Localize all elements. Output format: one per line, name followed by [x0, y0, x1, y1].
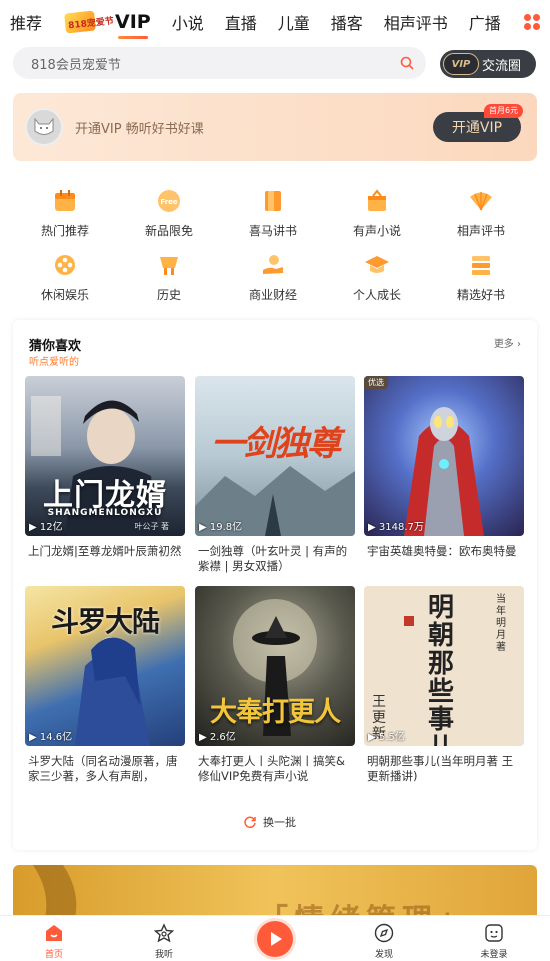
book-cover[interactable]: 大奉打更人 ▶ 2.6亿: [195, 586, 355, 746]
book-item[interactable]: 大奉打更人 ▶ 2.6亿 大奉打更人丨头陀渊丨搞笑&修仙VIP免费有声小说: [195, 586, 355, 784]
nav-discover[interactable]: 发现: [354, 922, 414, 960]
book-cover[interactable]: 优选 ▶ 3148.7万: [364, 376, 524, 536]
category-history[interactable]: 历史: [117, 252, 221, 303]
vip-promo-text: 开通VIP 畅听好书好课: [75, 122, 204, 137]
play-icon: [271, 932, 282, 946]
tab-live[interactable]: 直播: [225, 10, 257, 34]
featured-tag: 优选: [364, 376, 388, 389]
cover-title: 斗罗大陆: [50, 605, 160, 638]
book-item[interactable]: 明朝那些事儿 当年明月 著 王更新 ▶ 5.5亿 明朝那些事儿(当年明月著 王更…: [364, 586, 524, 784]
category-audio-novel[interactable]: 有声小说: [325, 188, 429, 239]
compass-icon: [373, 922, 395, 944]
search-input[interactable]: 818会员宠爱节: [13, 47, 426, 79]
book-item[interactable]: 一剑独尊 ▶ 19.8亿 一剑独尊（叶玄叶灵 | 有声的紫襟 | 男女双播）: [195, 376, 355, 574]
book-name: 上门龙婿|至尊龙婿叶辰萧初然: [28, 544, 182, 558]
star-icon: [153, 922, 175, 944]
play-count: ▶ 14.6亿: [29, 732, 73, 743]
tab-radio[interactable]: 广播: [469, 10, 501, 34]
svg-text:Free: Free: [160, 198, 178, 206]
graduation-cap-icon: [364, 252, 390, 278]
book-icon: [260, 188, 286, 214]
vip-promo-banner[interactable]: 开通VIP 畅听好书好课 开通VIP 首月6元: [13, 93, 537, 161]
category-book-talk[interactable]: 喜马讲书: [221, 188, 325, 239]
play-button[interactable]: [257, 921, 293, 957]
seal-icon: [404, 616, 414, 626]
novel-box-icon: [364, 188, 390, 214]
tab-podcast[interactable]: 播客: [331, 10, 363, 34]
book-item[interactable]: 上门龙婿 SHANGMENLONGXU 叶公子 著 ▶ 12亿 上门龙婿|至尊龙…: [25, 376, 185, 574]
cart-icon: [156, 252, 182, 278]
cover-title: 大奉打更人: [210, 697, 341, 728]
play-count: ▶ 19.8亿: [199, 522, 243, 533]
cover-author: 叶公子 著: [134, 522, 169, 531]
tab-children[interactable]: 儿童: [278, 10, 310, 34]
nav-listen[interactable]: 我听: [134, 922, 194, 960]
book-cover[interactable]: 斗罗大陆 ▶ 14.6亿: [25, 586, 185, 746]
top-tab-bar: 推荐 818宠爱节 VIP 小说 直播 儿童 播客 相声评书 广播 武: [0, 0, 550, 44]
book-name: 一剑独尊（叶玄叶灵 | 有声的紫襟 | 男女双播）: [198, 544, 348, 573]
home-icon: [43, 922, 65, 944]
coin-hand-icon: [260, 252, 286, 278]
profile-icon: [483, 922, 505, 944]
book-stack-icon: [468, 252, 494, 278]
category-hot[interactable]: 热门推荐: [13, 188, 117, 239]
category-new-free[interactable]: Free 新品限免: [117, 188, 221, 239]
book-name: 大奉打更人丨头陀渊丨搞笑&修仙VIP免费有声小说: [198, 754, 345, 783]
category-leisure[interactable]: 休闲娱乐: [13, 252, 117, 303]
search-placeholder: 818会员宠爱节: [31, 57, 121, 73]
guess-you-like-card: 猜你喜欢 听点爱听的 更多 › 上门龙婿 SHANGMENLONGXU 叶公子 …: [13, 320, 537, 850]
category-crosstalk[interactable]: 相声评书: [429, 188, 533, 239]
book-cover[interactable]: 一剑独尊 ▶ 19.8亿: [195, 376, 355, 536]
tab-recommend[interactable]: 推荐: [10, 10, 42, 34]
category-business[interactable]: 商业财经: [221, 252, 325, 303]
nav-profile[interactable]: 未登录: [464, 922, 524, 960]
festival-818-icon[interactable]: 818宠爱节: [63, 10, 114, 34]
book-item[interactable]: 斗罗大陆 ▶ 14.6亿 斗罗大陆（同名动漫原著，唐家三少著，多人有声剧，: [25, 586, 185, 784]
play-count: ▶ 5.5亿: [368, 732, 405, 743]
book-cover[interactable]: 上门龙婿 SHANGMENLONGXU 叶公子 著 ▶ 12亿: [25, 376, 185, 536]
cover-title: 一剑独尊: [211, 424, 341, 464]
cover-subtitle: SHANGMENLONGXU: [47, 508, 163, 518]
avatar[interactable]: [25, 108, 63, 146]
tab-crosstalk[interactable]: 相声评书: [384, 10, 448, 34]
cat-avatar-icon: [34, 117, 54, 135]
category-growth[interactable]: 个人成长: [325, 252, 429, 303]
more-link[interactable]: 更多 ›: [494, 335, 521, 350]
refresh-icon: [244, 816, 256, 829]
refresh-button[interactable]: 换一批: [243, 814, 296, 830]
book-name: 斗罗大陆（同名动漫原著，唐家三少著，多人有声剧，: [28, 754, 178, 783]
tab-novel[interactable]: 小说: [172, 10, 204, 34]
book-name: 明朝那些事儿(当年明月著 王更新播讲): [367, 754, 514, 783]
fan-icon: [468, 188, 494, 214]
free-badge-icon: Free: [156, 188, 182, 214]
film-reel-icon: [52, 252, 78, 278]
section-subtitle: 听点爱听的: [29, 357, 79, 368]
search-icon[interactable]: [400, 56, 414, 70]
category-grid-icon[interactable]: [516, 6, 546, 36]
first-month-price-badge: 首月6元: [484, 104, 524, 118]
calendar-icon: [52, 188, 78, 214]
play-count: ▶ 3148.7万: [368, 522, 424, 533]
play-count: ▶ 2.6亿: [199, 732, 236, 743]
play-count: ▶ 12亿: [29, 522, 63, 533]
bottom-nav: 首页 我听 发现 未登录: [0, 915, 550, 961]
book-name: 宇宙英雄奥特曼：欧布奥特曼: [367, 544, 517, 558]
tab-vip[interactable]: VIP: [115, 11, 151, 39]
section-title: 猜你喜欢: [29, 339, 82, 354]
category-selected-books[interactable]: 精选好书: [429, 252, 533, 303]
vip-community-label: 交流圈: [482, 58, 522, 74]
cover-title: 明朝那些事儿: [428, 593, 455, 746]
nav-home[interactable]: 首页: [24, 922, 84, 960]
book-item[interactable]: 优选 ▶ 3148.7万 宇宙英雄奥特曼：欧布奥特曼: [364, 376, 524, 574]
chevron-right-icon: ›: [517, 339, 521, 350]
vip-community-button[interactable]: VIP 交流圈: [440, 50, 536, 78]
vip-logo-icon: VIP: [443, 53, 479, 75]
cover-author: 当年明月 著: [496, 594, 506, 653]
book-cover[interactable]: 明朝那些事儿 当年明月 著 王更新 ▶ 5.5亿: [364, 586, 524, 746]
